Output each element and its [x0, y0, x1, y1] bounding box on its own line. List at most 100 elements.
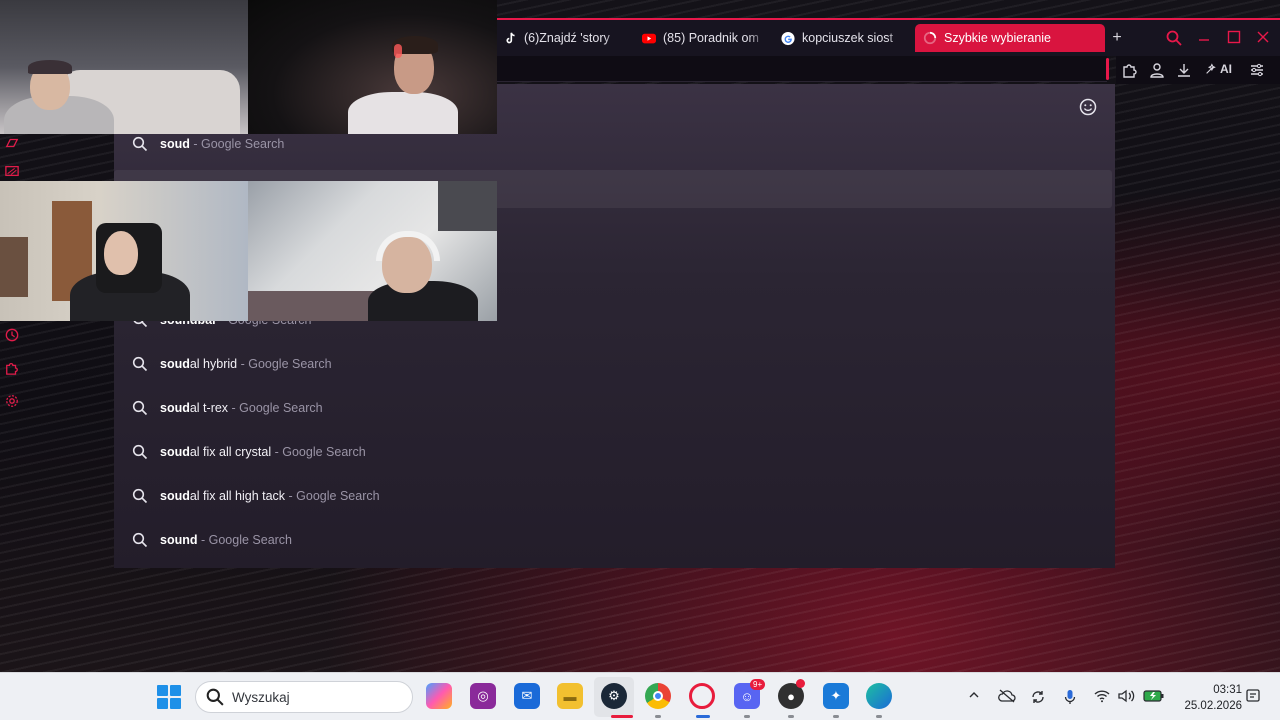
chrome-icon[interactable]	[645, 683, 671, 709]
suggestion-source: - Google Search	[200, 533, 293, 547]
opera-icon[interactable]	[689, 683, 715, 709]
tab-google[interactable]: kopciuszek siost	[775, 24, 905, 52]
extensions-sidebar-icon[interactable]	[3, 361, 21, 377]
browser-sidebar	[0, 84, 24, 584]
steam-running-indicator	[611, 715, 633, 718]
suggestion-item[interactable]: soud - Google Search	[132, 134, 284, 154]
tab-title: (85) Poradnik om	[663, 31, 759, 45]
extensions-icon[interactable]	[1122, 62, 1138, 80]
suggestion-completion: al fix all crystal	[189, 445, 272, 459]
discord-notification-badge: 9+	[750, 679, 766, 690]
address-bar-accent	[1106, 58, 1109, 80]
tiktok-icon	[503, 31, 517, 45]
suggestion-source: - Google Search	[193, 137, 285, 151]
ai-button[interactable]: AI	[1204, 62, 1232, 76]
chrome-running-indicator	[655, 715, 661, 718]
suggestion-completion: al hybrid	[189, 357, 238, 371]
suggestion-completion: al t-rex	[189, 401, 229, 415]
suggestion-item[interactable]: sound - Google Search	[132, 530, 292, 550]
ai-sparkle-icon	[1206, 63, 1216, 74]
obs-notification-dot	[796, 679, 805, 688]
webcam-feed-3	[0, 181, 248, 321]
suggestion-query: soud	[160, 445, 190, 459]
chevron-up-icon[interactable]	[968, 689, 980, 704]
tab-title: kopciuszek siost	[802, 31, 894, 45]
suggestion-source: - Google Search	[288, 489, 380, 503]
webcam-feed-2	[248, 0, 497, 134]
search-icon	[132, 356, 148, 372]
search-icon	[132, 136, 148, 152]
tab-title: Szybkie wybieranie	[944, 31, 1051, 45]
suggestion-item[interactable]: soud al t-rex - Google Search	[132, 398, 323, 418]
new-tab-icon[interactable]: +	[1108, 30, 1126, 46]
notifications-icon[interactable]	[1246, 689, 1260, 708]
search-placeholder: Wyszukaj	[232, 689, 290, 705]
file-explorer-icon[interactable]: ▬	[557, 683, 583, 709]
suggestion-source: - Google Search	[274, 445, 366, 459]
steam-icon[interactable]: ⚙	[601, 683, 627, 709]
search-tabs-icon[interactable]	[1165, 30, 1183, 50]
sync-icon[interactable]	[1030, 689, 1046, 708]
suggestion-query: sound	[160, 533, 198, 547]
emoji-icon[interactable]	[1078, 97, 1098, 117]
close-icon[interactable]	[1254, 30, 1272, 48]
browser-toolbar: AI	[1116, 56, 1280, 84]
app-icon[interactable]: ◎	[470, 683, 496, 709]
download-icon[interactable]	[1176, 62, 1192, 80]
history-icon[interactable]	[3, 328, 21, 344]
clock-date: 25.02.2026	[1184, 700, 1242, 712]
webcam-feed-1	[0, 0, 248, 134]
ai-label: AI	[1220, 62, 1232, 76]
tab-speed-dial[interactable]: Szybkie wybieranie	[915, 24, 1105, 52]
battery-charging-icon[interactable]	[1143, 689, 1165, 706]
system-clock[interactable]: 03:31 25.02.2026	[1172, 682, 1242, 714]
wifi-icon[interactable]	[1094, 689, 1110, 706]
suggestion-query: soud	[160, 401, 190, 415]
taskbar-search[interactable]: Wyszukaj	[195, 681, 413, 713]
app-running-indicator	[833, 715, 839, 718]
obs-running-indicator	[788, 715, 794, 718]
app-icon-2[interactable]: ✦	[823, 683, 849, 709]
volume-icon[interactable]	[1118, 689, 1136, 706]
suggestion-item[interactable]: soud al hybrid - Google Search	[132, 354, 332, 374]
edge-running-indicator	[876, 715, 882, 718]
edge-icon[interactable]	[866, 683, 892, 709]
suggestion-source: - Google Search	[231, 401, 323, 415]
clock-time: 03:31	[1213, 684, 1242, 696]
search-icon	[206, 688, 224, 706]
suggestion-item[interactable]: soud al fix all high tack - Google Search	[132, 486, 380, 506]
settings-gear-icon[interactable]	[3, 394, 21, 410]
easy-setup-icon[interactable]	[1249, 62, 1265, 80]
outlook-icon[interactable]: ✉	[514, 683, 540, 709]
google-icon	[781, 31, 795, 45]
copilot-icon[interactable]	[426, 683, 452, 709]
cloud-offline-icon[interactable]	[998, 689, 1016, 706]
tab-youtube[interactable]: (85) Poradnik om	[636, 24, 766, 52]
sidebar-item-pinboard[interactable]	[3, 136, 21, 152]
webcam-feed-4	[248, 181, 497, 321]
minimize-icon[interactable]	[1195, 30, 1213, 48]
maximize-icon[interactable]	[1225, 30, 1243, 48]
sidebar-item-wallet[interactable]	[3, 164, 21, 180]
search-icon	[132, 488, 148, 504]
suggestion-query: soud	[160, 137, 190, 151]
suggestion-source: - Google Search	[240, 357, 332, 371]
opera-running-indicator	[696, 715, 710, 718]
start-button[interactable]	[157, 685, 181, 709]
youtube-icon	[642, 31, 656, 45]
suggestion-item[interactable]: soud al fix all crystal - Google Search	[132, 442, 366, 462]
windows-taskbar: Wyszukaj ◎ ✉ ▬ ⚙ ☺ 9+ ● ✦ 03:31 25.02.20…	[0, 672, 1280, 720]
discord-running-indicator	[744, 715, 750, 718]
address-bar[interactable]	[497, 56, 1107, 82]
suggestion-completion: al fix all high tack	[189, 489, 286, 503]
tab-tiktok[interactable]: (6)Znajdź 'story	[497, 24, 622, 52]
suggestion-query: soud	[160, 489, 190, 503]
search-icon	[132, 444, 148, 460]
suggestion-query: soud	[160, 357, 190, 371]
loading-spinner-icon	[923, 31, 937, 45]
tab-title: (6)Znajdź 'story	[524, 31, 610, 45]
microphone-icon[interactable]	[1064, 689, 1076, 708]
search-icon	[132, 400, 148, 416]
profile-icon[interactable]	[1149, 62, 1165, 80]
search-icon	[132, 532, 148, 548]
